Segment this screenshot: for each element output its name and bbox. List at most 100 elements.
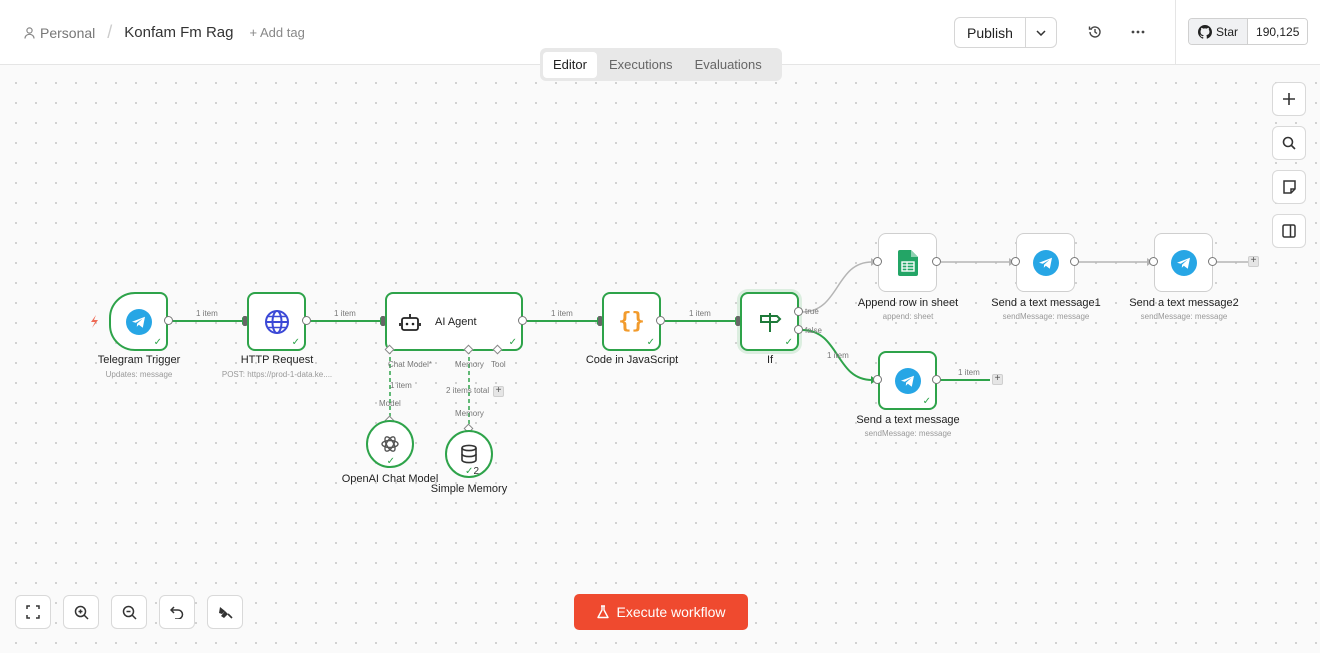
fit-view-icon xyxy=(26,605,40,619)
zoom-out-button[interactable] xyxy=(111,595,147,629)
node-label: If xyxy=(766,354,774,366)
node-openai-chat-model[interactable]: ✓ xyxy=(366,420,414,468)
broom-icon xyxy=(218,606,233,619)
port-label-tool: Tool xyxy=(491,360,506,369)
add-tool-button[interactable]: + xyxy=(493,386,504,397)
edge-label: Memory xyxy=(455,409,484,418)
flask-icon xyxy=(596,605,609,619)
edge-label-true: true xyxy=(805,307,819,316)
view-tabs: Editor Executions Evaluations xyxy=(540,48,782,81)
node-ai-agent[interactable]: AI Agent ✓ xyxy=(385,292,523,351)
output-handle-true[interactable] xyxy=(794,307,803,316)
edge-label: 1 item xyxy=(334,309,356,318)
input-handle[interactable] xyxy=(598,316,602,326)
node-code-javascript[interactable]: {} ✓ xyxy=(602,292,661,351)
tab-editor[interactable]: Editor xyxy=(543,51,597,78)
node-label: Code in JavaScript xyxy=(585,354,679,366)
signpost-icon xyxy=(759,312,781,332)
edge-label-false: false xyxy=(805,326,822,335)
zoom-out-icon xyxy=(122,605,137,620)
zoom-in-icon xyxy=(74,605,89,620)
input-handle[interactable] xyxy=(873,375,882,384)
search-icon xyxy=(1282,136,1296,150)
telegram-icon xyxy=(894,367,921,394)
success-check-icon: ✓ xyxy=(291,337,300,348)
fit-view-button[interactable] xyxy=(15,595,51,629)
telegram-icon xyxy=(125,308,152,335)
node-send-message[interactable]: ✓ xyxy=(878,351,937,410)
node-label: Append row in sheet xyxy=(857,297,959,309)
node-subtitle: append: sheet xyxy=(882,312,934,321)
tab-evaluations[interactable]: Evaluations xyxy=(685,52,772,78)
output-handle[interactable] xyxy=(518,316,527,325)
node-label: AI Agent xyxy=(435,315,477,328)
success-check-icon: ✓ xyxy=(784,337,793,348)
zoom-in-button[interactable] xyxy=(63,595,99,629)
node-append-sheet[interactable] xyxy=(878,233,937,292)
edge-label: 1 item xyxy=(827,351,849,360)
node-if[interactable]: ✓ xyxy=(740,292,799,351)
output-handle-false[interactable] xyxy=(794,325,803,334)
output-handle[interactable] xyxy=(1208,257,1217,266)
sticky-note-icon xyxy=(1282,180,1296,194)
output-handle[interactable] xyxy=(302,316,311,325)
input-handle[interactable] xyxy=(243,316,247,326)
node-label: OpenAI Chat Model xyxy=(341,473,439,485)
add-node-button[interactable]: + xyxy=(992,374,1003,385)
telegram-icon xyxy=(1170,249,1197,276)
tidy-up-button[interactable] xyxy=(207,595,243,629)
database-icon xyxy=(461,444,477,464)
node-send-message1[interactable] xyxy=(1016,233,1075,292)
input-handle[interactable] xyxy=(873,257,882,266)
add-node-button[interactable]: + xyxy=(1248,256,1259,267)
output-handle[interactable] xyxy=(932,375,941,384)
edge-label: 1 item xyxy=(689,309,711,318)
success-check-icon: ✓ xyxy=(153,337,162,348)
success-check-icon: ✓2 xyxy=(465,466,479,477)
tab-executions[interactable]: Executions xyxy=(599,52,683,78)
input-handle[interactable] xyxy=(381,316,385,326)
execute-workflow-button[interactable]: Execute workflow xyxy=(574,594,748,630)
success-check-icon: ✓ xyxy=(646,337,655,348)
port-label-memory: Memory xyxy=(455,360,484,369)
output-handle[interactable] xyxy=(1070,257,1079,266)
output-handle[interactable] xyxy=(164,316,173,325)
trigger-bolt-icon xyxy=(91,315,98,328)
edge-label: 1 item xyxy=(390,381,412,390)
node-simple-memory[interactable]: ✓2 xyxy=(445,430,493,478)
edge-label: Model xyxy=(379,399,401,408)
node-subtitle: POST: https://prod-1-data.ke.... xyxy=(221,370,333,379)
node-label: Telegram Trigger xyxy=(97,354,181,366)
output-handle[interactable] xyxy=(932,257,941,266)
success-check-icon: ✓ xyxy=(922,396,931,407)
node-label: Send a text message1 xyxy=(991,297,1101,309)
node-label: HTTP Request xyxy=(240,354,314,366)
execute-workflow-label: Execute workflow xyxy=(616,604,726,620)
google-sheets-icon xyxy=(897,249,918,276)
output-handle[interactable] xyxy=(656,316,665,325)
node-subtitle: sendMessage: message xyxy=(864,429,952,438)
panel-right-icon xyxy=(1282,224,1296,238)
undo-button[interactable] xyxy=(159,595,195,629)
add-node-panel-button[interactable] xyxy=(1272,82,1306,116)
edge-label: 1 item xyxy=(958,368,980,377)
input-handle[interactable] xyxy=(1149,257,1158,266)
edge-label: 2 items total xyxy=(446,386,490,395)
input-handle[interactable] xyxy=(736,316,740,326)
success-check-icon: ✓ xyxy=(386,456,395,467)
node-telegram-trigger[interactable]: ✓ xyxy=(109,292,168,351)
edge-label: 1 item xyxy=(196,309,218,318)
telegram-icon xyxy=(1032,249,1059,276)
node-label: Send a text message2 xyxy=(1129,297,1239,309)
run-count: 2 xyxy=(473,466,479,477)
input-handle[interactable] xyxy=(1011,257,1020,266)
sticky-note-button[interactable] xyxy=(1272,170,1306,204)
search-nodes-button[interactable] xyxy=(1272,126,1306,160)
node-send-message2[interactable] xyxy=(1154,233,1213,292)
node-http-request[interactable]: ✓ xyxy=(247,292,306,351)
node-label: Send a text message xyxy=(856,414,960,426)
openai-icon xyxy=(381,436,399,452)
toggle-panel-button[interactable] xyxy=(1272,214,1306,248)
node-subtitle: Updates: message xyxy=(105,370,173,379)
node-label: Simple Memory xyxy=(430,483,508,495)
